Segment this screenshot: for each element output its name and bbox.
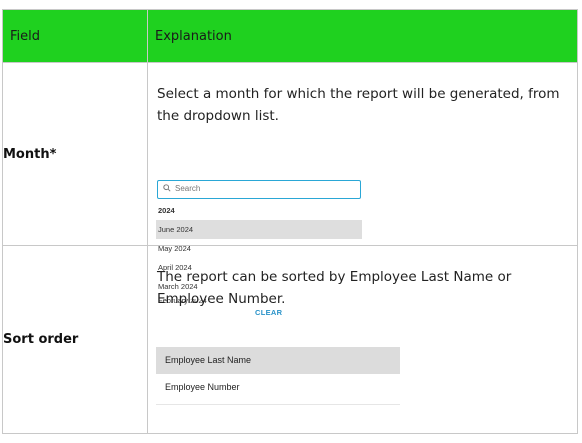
group-label-year: 2024 (158, 206, 175, 215)
header-explanation: Explanation (147, 9, 578, 63)
field-explanation-table: Field Explanation Month* Select a month … (2, 9, 578, 434)
search-placeholder: Search (175, 184, 201, 193)
field-month: Month* (2, 62, 148, 246)
table-header-row: Field Explanation (2, 9, 578, 63)
search-input[interactable]: Search (157, 180, 361, 199)
explanation-text: Select a month for which the report will… (157, 86, 560, 124)
explanation-text: The report can be sorted by Employee Las… (157, 269, 512, 307)
header-field: Field (2, 9, 148, 63)
search-icon (163, 184, 171, 192)
sort-option-employee-number[interactable]: Employee Number (156, 374, 400, 401)
list-divider (156, 404, 400, 405)
sort-option-last-name[interactable]: Employee Last Name (156, 347, 400, 374)
table-row: Sort order The report can be sorted by E… (2, 245, 578, 434)
field-sort-order: Sort order (2, 245, 148, 434)
explanation-sort-order: The report can be sorted by Employee Las… (147, 245, 578, 434)
table-row: Month* Select a month for which the repo… (2, 62, 578, 317)
explanation-month: Select a month for which the report will… (147, 62, 578, 317)
option-june-2024[interactable]: June 2024 (156, 220, 362, 239)
